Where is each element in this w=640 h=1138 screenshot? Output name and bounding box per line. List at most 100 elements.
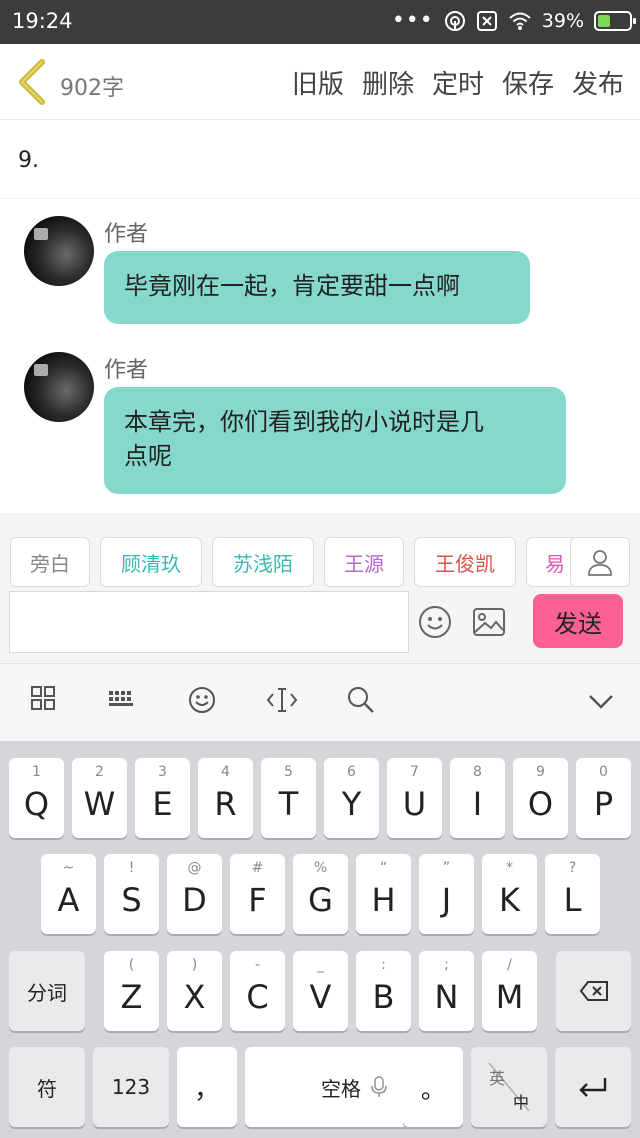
back-icon[interactable]: [14, 58, 54, 106]
key-k[interactable]: * K: [482, 854, 537, 934]
key-label: U: [402, 785, 427, 823]
avatar: [24, 216, 94, 286]
battery-percent: 39%: [541, 9, 584, 32]
key-b[interactable]: :B: [356, 951, 411, 1031]
key-t[interactable]: 5T: [261, 758, 316, 838]
key-hint: @: [187, 860, 202, 876]
key-e[interactable]: 3E: [135, 758, 190, 838]
role-chip-label: 顾清玖: [121, 551, 181, 576]
key-hint: /: [507, 957, 512, 973]
symbol-key[interactable]: 符: [9, 1047, 85, 1127]
message-text-line: 本章完，你们看到我的小说时是几: [124, 408, 484, 436]
key-label: E: [152, 785, 173, 823]
key-label: 。: [421, 1075, 445, 1104]
key-label: M: [495, 978, 524, 1016]
send-button[interactable]: 发送: [533, 594, 623, 648]
key-label: Q: [23, 785, 50, 823]
message-bubble[interactable]: 毕竟刚在一起，肯定要甜一点啊: [104, 251, 530, 324]
key-m[interactable]: / M: [482, 951, 537, 1031]
role-chip[interactable]: 苏浅陌: [212, 537, 314, 587]
key-hint: _: [317, 957, 324, 973]
key-u[interactable]: 7U: [387, 758, 442, 838]
key-label: Z: [120, 978, 143, 1016]
key-g[interactable]: % G: [293, 854, 348, 934]
key-label: C: [246, 978, 269, 1016]
key-s[interactable]: ! S: [104, 854, 159, 934]
role-chip-label: 王俊凯: [435, 551, 495, 576]
key-hint: 0: [599, 764, 608, 780]
old-version-button[interactable]: 旧版: [292, 64, 344, 101]
key-p[interactable]: 0P: [576, 758, 631, 838]
key-label: N: [434, 978, 459, 1016]
key-l[interactable]: ? L: [545, 854, 600, 934]
key-a[interactable]: ~ A: [41, 854, 96, 934]
key-v[interactable]: _ V: [293, 951, 348, 1031]
key-d[interactable]: @ D: [167, 854, 222, 934]
publish-button[interactable]: 发布: [572, 64, 624, 101]
key-x[interactable]: ) X: [167, 951, 222, 1031]
key-label: K: [499, 881, 520, 919]
key-label: 空格: [321, 1076, 361, 1101]
key-y[interactable]: 6Y: [324, 758, 379, 838]
key-hint: :: [381, 957, 386, 973]
key-h[interactable]: “H: [356, 854, 411, 934]
key-c[interactable]: -C: [230, 951, 285, 1031]
key-label: W: [83, 785, 116, 823]
key-i[interactable]: 8I: [450, 758, 505, 838]
battery-icon: [594, 10, 636, 31]
key-w[interactable]: 2W: [72, 758, 127, 838]
key-label: 123: [111, 1075, 151, 1099]
emoji-icon[interactable]: [418, 605, 452, 639]
number-key[interactable]: 123: [93, 1047, 169, 1127]
delete-button[interactable]: 删除: [362, 64, 414, 101]
message-input[interactable]: [9, 591, 409, 653]
key-n[interactable]: ; N: [419, 951, 474, 1031]
period-key[interactable]: 。: [403, 1047, 463, 1127]
key-hint: ?: [568, 860, 577, 876]
key-hint: ”: [442, 860, 451, 876]
key-label: P: [593, 785, 614, 823]
key-hint: #: [251, 860, 264, 876]
backspace-key[interactable]: [556, 951, 631, 1031]
role-chip[interactable]: 王俊凯: [414, 537, 516, 587]
word-count: 902字: [60, 76, 124, 101]
save-button[interactable]: 保存: [502, 64, 554, 101]
key-label: A: [57, 881, 80, 919]
key-label: 分词: [27, 980, 67, 1005]
search-icon[interactable]: [347, 686, 375, 714]
key-hint: ): [191, 957, 198, 973]
image-icon[interactable]: [472, 607, 506, 637]
key-label: I: [472, 785, 483, 823]
key-z[interactable]: (Z: [104, 951, 159, 1031]
role-manage-button[interactable]: [570, 537, 630, 587]
role-chip-label: 易: [545, 551, 565, 576]
key-q[interactable]: 1Q: [9, 758, 64, 838]
key-o[interactable]: 9O: [513, 758, 568, 838]
key-hint: 9: [536, 764, 545, 780]
composer-panel: 旁白 顾清玖 苏浅陌 王源 王俊凯 易 发送: [0, 513, 640, 663]
emoji-icon[interactable]: [188, 686, 216, 714]
key-hint: -: [254, 957, 261, 973]
schedule-button[interactable]: 定时: [432, 64, 484, 101]
keyboard-layout-icon[interactable]: [108, 686, 136, 710]
keyboard: 1Q2W3E4R5T6Y7U8I9O0P ~ A! S @ D # F% G “H” J * K? L …: [0, 741, 640, 1138]
grid-menu-icon[interactable]: [31, 686, 55, 710]
comma-key[interactable]: ，: [177, 1047, 237, 1127]
key-f[interactable]: # F: [230, 854, 285, 934]
enter-icon: [579, 1078, 607, 1097]
enter-key[interactable]: [555, 1047, 631, 1127]
role-chip[interactable]: 顾清玖: [100, 537, 202, 587]
key-hint: (: [128, 957, 135, 973]
key-hint: 2: [95, 764, 104, 780]
role-chip[interactable]: 王源: [324, 537, 404, 587]
language-switch-key[interactable]: 英 中: [471, 1047, 547, 1127]
role-chip-narrator[interactable]: 旁白: [10, 537, 90, 587]
message-bubble[interactable]: 本章完，你们看到我的小说时是几 点呢: [104, 387, 566, 494]
key-r[interactable]: 4R: [198, 758, 253, 838]
key-hint: ~: [62, 860, 75, 876]
chevron-down-icon[interactable]: [588, 694, 614, 710]
key-j[interactable]: ” J: [419, 854, 474, 934]
microphone-icon: [371, 1076, 387, 1097]
fenci-key[interactable]: 分词: [9, 951, 85, 1031]
cursor-move-icon[interactable]: [266, 686, 298, 714]
